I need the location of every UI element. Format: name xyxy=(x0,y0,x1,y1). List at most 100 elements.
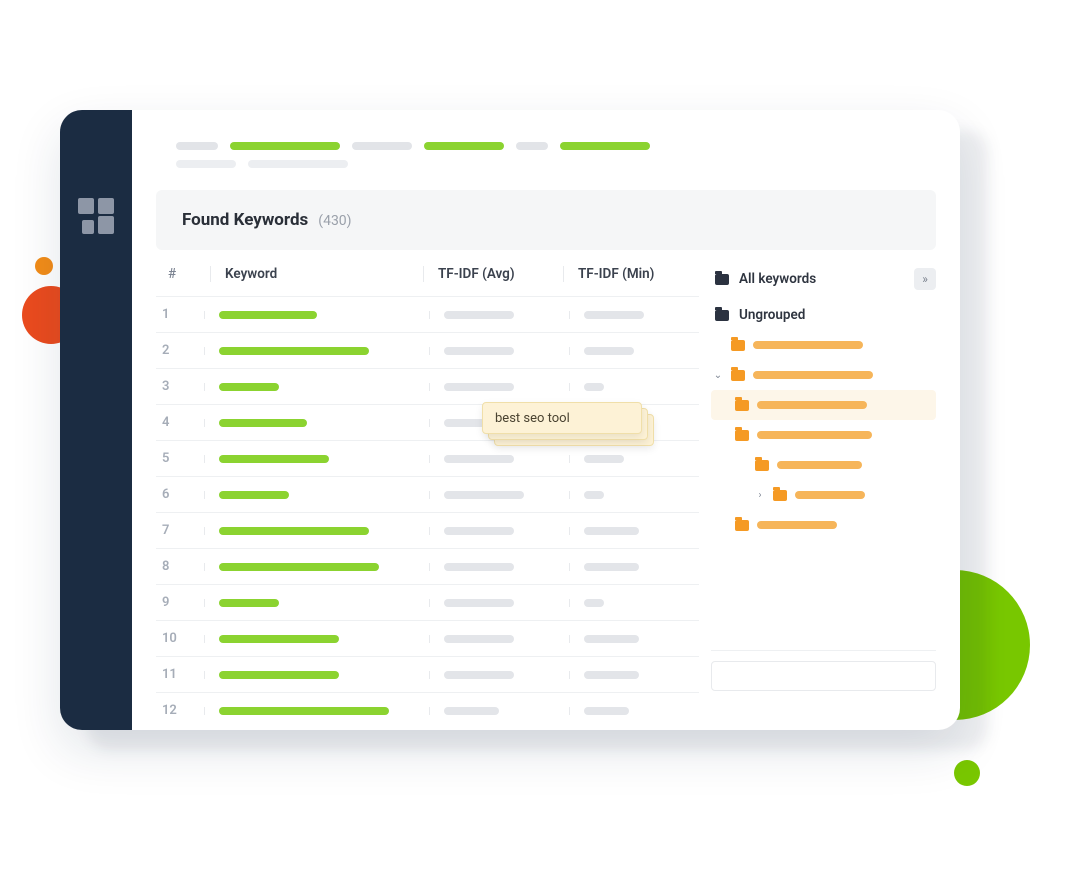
tfidf-avg-bar xyxy=(444,455,514,463)
tfidf-avg-bar xyxy=(444,671,514,679)
row-number: 12 xyxy=(156,703,204,718)
tfidf-min-bar xyxy=(584,347,634,355)
keyword-bar xyxy=(219,347,369,355)
col-tfidf-min[interactable]: TF-IDF (Min) xyxy=(563,266,693,282)
table-row[interactable]: 9 xyxy=(156,584,699,620)
tfidf-min-bar xyxy=(584,599,604,607)
folder-icon xyxy=(735,520,749,531)
table-row[interactable]: 6 xyxy=(156,476,699,512)
tfidf-avg-bar xyxy=(444,599,514,607)
crumb xyxy=(176,160,236,168)
keyword-bar xyxy=(219,311,317,319)
chevron-down-icon: ⌄ xyxy=(713,370,723,381)
chevron-double-right-icon: » xyxy=(922,272,928,286)
tfidf-avg-bar xyxy=(444,347,514,355)
tfidf-min-bar xyxy=(584,563,639,571)
table-row[interactable]: 7 xyxy=(156,512,699,548)
row-number: 3 xyxy=(156,379,204,394)
group-label: All keywords xyxy=(739,271,816,287)
folder-icon xyxy=(735,400,749,411)
collapse-panel-button[interactable]: » xyxy=(914,268,936,290)
tfidf-min-bar xyxy=(584,491,604,499)
groups-panel: All keywords » Ungrouped ⌄ xyxy=(711,250,936,728)
panel-header: Found Keywords (430) xyxy=(156,190,936,250)
crumb xyxy=(516,142,548,150)
group-all-keywords[interactable]: All keywords xyxy=(711,264,816,294)
row-number: 9 xyxy=(156,595,204,610)
group-placeholder xyxy=(757,521,837,529)
table-row[interactable]: 11 xyxy=(156,656,699,692)
crumb xyxy=(352,142,412,150)
group-item[interactable] xyxy=(711,510,936,540)
folder-icon xyxy=(715,274,729,285)
tfidf-min-bar xyxy=(584,635,639,643)
table-row[interactable]: 10 xyxy=(156,620,699,656)
panel-title: Found Keywords xyxy=(182,210,308,230)
crumb xyxy=(176,142,218,150)
tfidf-avg-bar xyxy=(444,527,514,535)
panel-count: (430) xyxy=(318,213,351,229)
add-group-input[interactable] xyxy=(711,661,936,691)
folder-icon xyxy=(735,430,749,441)
row-number: 6 xyxy=(156,487,204,502)
tfidf-min-bar xyxy=(584,311,644,319)
table-row[interactable]: 1 xyxy=(156,296,699,332)
table-row[interactable]: 8 xyxy=(156,548,699,584)
crumb-active[interactable] xyxy=(424,142,504,150)
col-keyword[interactable]: Keyword xyxy=(210,266,423,282)
col-number[interactable]: # xyxy=(162,266,210,282)
tfidf-min-bar xyxy=(584,671,639,679)
keyword-bar xyxy=(219,527,369,535)
crumb-active[interactable] xyxy=(560,142,650,150)
col-tfidf-avg[interactable]: TF-IDF (Avg) xyxy=(423,266,563,282)
row-number: 11 xyxy=(156,667,204,682)
tfidf-min-bar xyxy=(584,527,639,535)
keyword-bar xyxy=(219,491,289,499)
keyword-bar xyxy=(219,455,329,463)
keyword-bar xyxy=(219,383,279,391)
group-label: Ungrouped xyxy=(739,307,805,323)
table-row[interactable]: 12 xyxy=(156,692,699,728)
folder-icon xyxy=(773,490,787,501)
row-number: 8 xyxy=(156,559,204,574)
group-placeholder xyxy=(753,341,863,349)
tfidf-avg-bar xyxy=(444,491,524,499)
group-placeholder xyxy=(753,371,873,379)
tfidf-avg-bar xyxy=(444,707,499,715)
tfidf-avg-bar xyxy=(444,383,514,391)
breadcrumb xyxy=(132,142,960,150)
folder-icon xyxy=(755,460,769,471)
crumb xyxy=(248,160,348,168)
group-item-selected[interactable] xyxy=(711,390,936,420)
group-ungrouped[interactable]: Ungrouped xyxy=(711,300,936,330)
group-item[interactable] xyxy=(711,420,936,450)
group-placeholder xyxy=(777,461,862,469)
crumb-active[interactable] xyxy=(230,142,340,150)
group-placeholder xyxy=(757,401,867,409)
keyword-bar xyxy=(219,635,339,643)
group-item[interactable] xyxy=(711,450,936,480)
chevron-right-icon: › xyxy=(755,490,765,501)
keyword-bar xyxy=(219,671,339,679)
decorative-dot xyxy=(954,760,980,786)
dashboard-icon[interactable] xyxy=(78,198,114,234)
table-row[interactable]: 3 xyxy=(156,368,699,404)
keyword-bar xyxy=(219,599,279,607)
row-number: 10 xyxy=(156,631,204,646)
table-row[interactable]: 2 xyxy=(156,332,699,368)
keywords-table: # Keyword TF-IDF (Avg) TF-IDF (Min) 1234… xyxy=(156,250,699,728)
tfidf-min-bar xyxy=(584,383,604,391)
tfidf-avg-bar xyxy=(444,311,514,319)
keyword-bar xyxy=(219,707,389,715)
group-item-collapsed[interactable]: › xyxy=(711,480,936,510)
keyword-bar xyxy=(219,563,379,571)
keyword-bar xyxy=(219,419,307,427)
tooltip-card[interactable]: best seo tool xyxy=(482,402,642,434)
group-item-expanded[interactable]: ⌄ xyxy=(711,360,936,390)
row-number: 5 xyxy=(156,451,204,466)
table-header: # Keyword TF-IDF (Avg) TF-IDF (Min) xyxy=(156,250,699,296)
decorative-dot xyxy=(35,257,53,275)
row-number: 2 xyxy=(156,343,204,358)
group-item[interactable] xyxy=(711,330,936,360)
tfidf-min-bar xyxy=(584,455,624,463)
